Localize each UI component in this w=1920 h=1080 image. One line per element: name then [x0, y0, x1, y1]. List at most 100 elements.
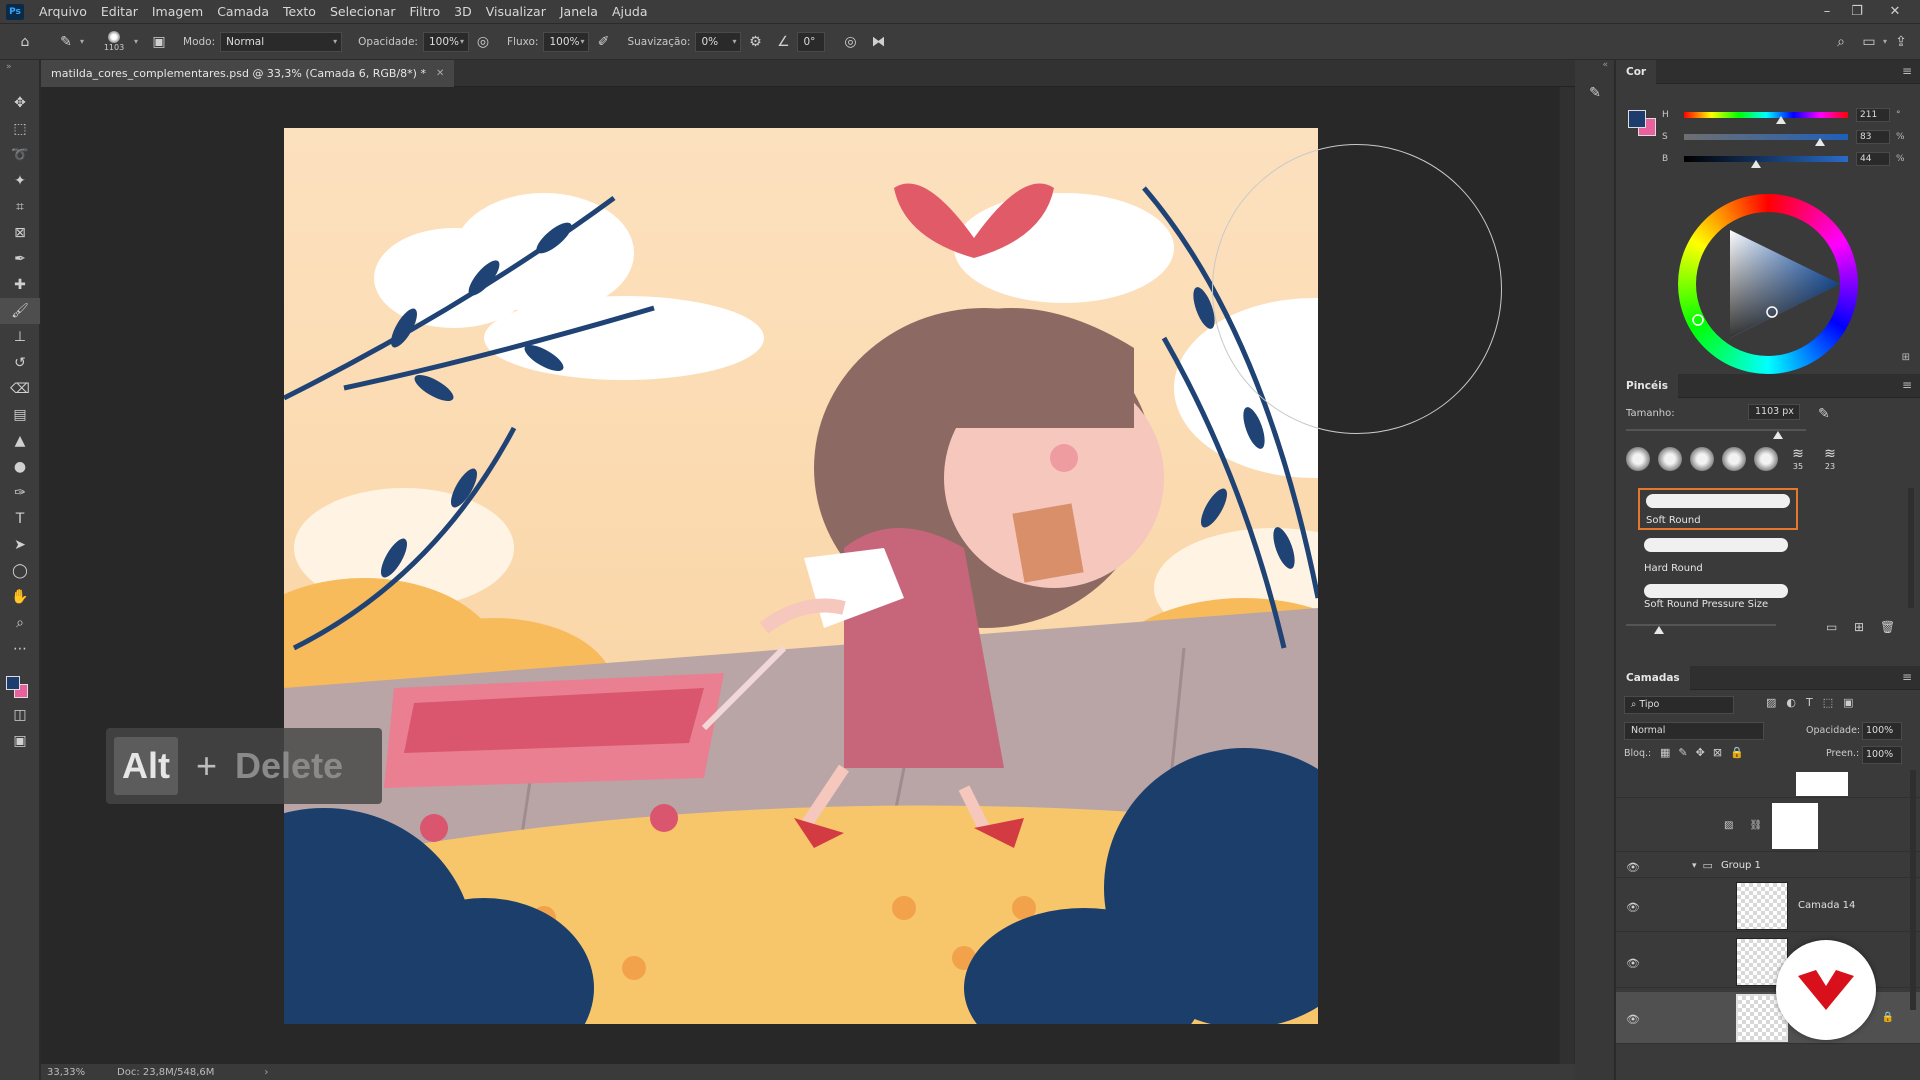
lock-artboard-icon[interactable]: ⊠	[1713, 746, 1722, 759]
menu-ajuda[interactable]: Ajuda	[605, 0, 655, 24]
panel-collapse-icon[interactable]: »	[0, 60, 39, 90]
hue-slider-thumb[interactable]	[1775, 116, 1786, 124]
layer-row[interactable]	[1616, 770, 1920, 798]
gear-icon[interactable]: ⚙	[744, 31, 766, 53]
chevron-down-icon[interactable]: ▾	[134, 37, 138, 46]
frame-tool-icon[interactable]: ⊠	[0, 220, 40, 246]
group-row[interactable]: 👁 ▾ ▭ Group 1	[1616, 854, 1920, 878]
layer-opacity-input[interactable]: 100%	[1862, 722, 1902, 740]
saturation-value[interactable]: 83	[1856, 130, 1890, 144]
pixel-filter-icon[interactable]: ▨	[1766, 696, 1776, 709]
expand-icon[interactable]: ⊞	[1902, 352, 1910, 363]
brush-tool-icon[interactable]: 🖌	[0, 298, 40, 324]
zoom-level[interactable]: 33,33%	[47, 1067, 117, 1078]
pressure-opacity-icon[interactable]: ◎	[472, 31, 494, 53]
foreground-swatch[interactable]	[6, 676, 20, 690]
menu-texto[interactable]: Texto	[276, 0, 323, 24]
color-triangle[interactable]	[1678, 194, 1858, 374]
hue-slider[interactable]	[1684, 112, 1848, 124]
saturation-slider-thumb[interactable]	[1815, 138, 1826, 146]
panel-menu-icon[interactable]: ≡	[1902, 64, 1912, 78]
eye-icon[interactable]: 👁	[1626, 901, 1640, 914]
type-filter-icon[interactable]: T	[1806, 696, 1813, 709]
chevron-down-icon[interactable]: ▾	[1883, 37, 1887, 46]
brush-edit-icon[interactable]: ✎	[1818, 406, 1830, 422]
chevron-down-icon[interactable]: ▾	[80, 37, 84, 46]
lasso-tool-icon[interactable]: ➰	[0, 142, 40, 168]
angle-input[interactable]: 0°	[797, 31, 826, 52]
restore-button[interactable]: ❐	[1840, 0, 1874, 24]
color-panel-tab[interactable]: Cor	[1616, 59, 1657, 84]
history-brush-icon[interactable]: ↺	[0, 350, 40, 376]
eyedropper-icon[interactable]: ✒	[0, 246, 40, 272]
path-selection-icon[interactable]: ➤	[0, 532, 40, 558]
collapse-icon[interactable]: «	[1575, 60, 1614, 80]
brush-item-soft-round-pressure[interactable]: Soft Round Pressure Size	[1638, 580, 1798, 608]
more-tools-icon[interactable]: ⋯	[0, 636, 40, 662]
hand-tool-icon[interactable]: ✋	[0, 584, 40, 610]
brush-preset-picker[interactable]: 1103	[94, 31, 134, 52]
close-button[interactable]: ✕	[1878, 0, 1912, 24]
brush-size-slider[interactable]	[1626, 429, 1806, 439]
brush-tool-icon[interactable]: ✎	[55, 31, 77, 53]
foreground-color-swatch[interactable]	[1628, 110, 1646, 128]
eraser-icon[interactable]: ⌫	[0, 376, 40, 402]
brightness-value[interactable]: 44	[1856, 152, 1890, 166]
blend-mode-select[interactable]: Normal	[1624, 722, 1764, 740]
menu-camada[interactable]: Camada	[210, 0, 276, 24]
vertical-scrollbar[interactable]	[1560, 87, 1574, 1064]
menu-3d[interactable]: 3D	[447, 0, 479, 24]
eye-icon[interactable]: 👁	[1626, 861, 1640, 874]
airbrush-icon[interactable]: ✐	[592, 31, 614, 53]
menu-janela[interactable]: Janela	[553, 0, 605, 24]
brush-preset[interactable]	[1722, 446, 1746, 471]
eye-icon[interactable]: 👁	[1626, 957, 1640, 970]
brushes-scrollbar[interactable]	[1908, 488, 1914, 608]
fill-input[interactable]: 100%	[1862, 746, 1902, 764]
zoom-tool-icon[interactable]: ⌕	[0, 610, 40, 636]
flow-input[interactable]: 100% ▾	[543, 31, 590, 52]
opacity-input[interactable]: 100% ▾	[422, 31, 469, 52]
menu-visualizar[interactable]: Visualizar	[479, 0, 553, 24]
saturation-slider[interactable]	[1684, 134, 1848, 146]
panel-menu-icon[interactable]: ≡	[1902, 670, 1912, 684]
gradient-tool-icon[interactable]: ▤	[0, 402, 40, 428]
brush-preview-size-thumb[interactable]	[1654, 626, 1664, 634]
brush-preset-textured[interactable]: ≋ 35	[1786, 446, 1810, 471]
ellipse-tool-icon[interactable]: ◯	[0, 558, 40, 584]
layer-filter-select[interactable]: ⌕ Tipo	[1624, 696, 1734, 714]
eye-icon[interactable]: 👁	[1626, 1013, 1640, 1026]
healing-brush-icon[interactable]: ✚	[0, 272, 40, 298]
brush-preset[interactable]	[1626, 446, 1650, 471]
chevron-down-icon[interactable]: ▾	[1692, 861, 1697, 871]
menu-arquivo[interactable]: Arquivo	[32, 0, 94, 24]
brush-preset[interactable]	[1754, 446, 1778, 471]
brush-settings-icon[interactable]: ▣	[148, 31, 170, 53]
brush-preset-textured[interactable]: ≋ 23	[1818, 446, 1842, 471]
symmetry-icon[interactable]: ⧓	[867, 31, 889, 53]
layers-panel-tab[interactable]: Camadas	[1616, 665, 1690, 690]
quick-mask-icon[interactable]: ◫	[0, 702, 40, 728]
brightness-slider[interactable]	[1684, 156, 1848, 168]
brush-preset[interactable]	[1690, 446, 1714, 471]
panel-menu-icon[interactable]: ≡	[1902, 378, 1912, 392]
lock-all-icon[interactable]: 🔒	[1730, 746, 1744, 759]
lock-transparency-icon[interactable]: ▦	[1660, 746, 1670, 759]
brush-item-hard-round[interactable]: Hard Round	[1638, 534, 1798, 576]
home-icon[interactable]: ⌂	[14, 31, 36, 53]
share-icon[interactable]: ⇪	[1890, 31, 1912, 53]
trash-icon[interactable]: 🗑	[1880, 620, 1895, 634]
layer-row[interactable]: 👁 Camada 14	[1616, 880, 1920, 932]
color-swatches[interactable]	[0, 662, 40, 702]
brightness-slider-thumb[interactable]	[1751, 160, 1762, 168]
brush-size-input[interactable]: 1103 px	[1748, 404, 1800, 420]
new-brush-icon[interactable]: ⊞	[1854, 620, 1864, 634]
canvas-artwork[interactable]	[284, 128, 1318, 1024]
pressure-size-icon[interactable]: ◎	[839, 31, 861, 53]
brushes-panel-tab[interactable]: Pincéis	[1616, 373, 1678, 398]
menu-filtro[interactable]: Filtro	[402, 0, 447, 24]
chevron-right-icon[interactable]: ›	[264, 1067, 268, 1078]
close-tab-icon[interactable]: ✕	[436, 68, 444, 79]
marquee-tool-icon[interactable]: ⬚	[0, 116, 40, 142]
shape-filter-icon[interactable]: ⬚	[1823, 696, 1833, 709]
